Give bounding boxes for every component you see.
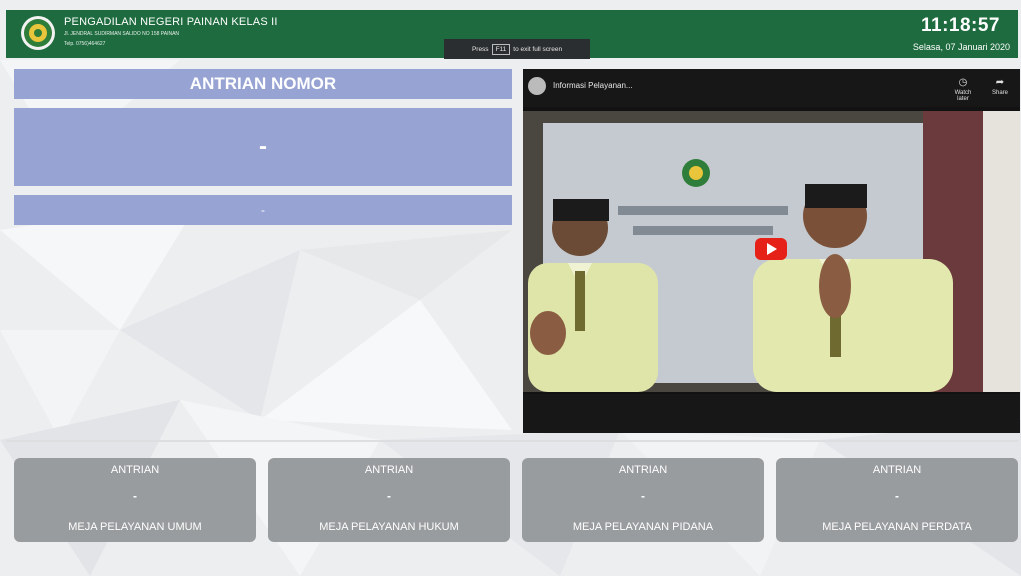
clock-icon: ◷ xyxy=(958,77,968,88)
counter-name: MEJA PELAYANAN PERDATA xyxy=(822,521,972,533)
antrian-title: ANTRIAN NOMOR xyxy=(14,69,512,99)
fullscreen-rest-text: to exit full screen xyxy=(513,45,563,53)
counter-number: - xyxy=(387,489,391,503)
divider xyxy=(6,440,1018,442)
video-player[interactable]: Informasi Pelayanan... ◷ Watch later ➦ S… xyxy=(523,69,1020,433)
counter-name: MEJA PELAYANAN UMUM xyxy=(68,521,202,533)
fullscreen-press-text: Press xyxy=(471,45,489,53)
youtube-play-icon xyxy=(755,238,787,260)
share-icon: ➦ xyxy=(995,77,1005,88)
counter-label: ANTRIAN xyxy=(618,464,668,476)
clock: 11:18:57 xyxy=(920,15,1000,36)
org-name: PENGADILAN NEGERI PAINAN KELAS II xyxy=(64,16,278,28)
counter-label: ANTRIAN xyxy=(872,464,922,476)
counter-pidana: ANTRIAN - MEJA PELAYANAN PIDANA xyxy=(522,458,764,542)
counter-perdata: ANTRIAN - MEJA PELAYANAN PERDATA xyxy=(776,458,1018,542)
counter-label: ANTRIAN xyxy=(364,464,414,476)
court-logo-icon xyxy=(21,16,55,50)
org-phone: Telp. 0756)464627 xyxy=(64,41,106,47)
fullscreen-notice: Press F11 to exit full screen xyxy=(444,39,590,59)
date: Selasa, 07 Januari 2020 xyxy=(912,42,1010,52)
org-address: Jl. JENDRAL SUDIRMAN SALIDO NO 158 PAINA… xyxy=(64,31,180,37)
counter-hukum: ANTRIAN - MEJA PELAYANAN HUKUM xyxy=(268,458,510,542)
counter-number: - xyxy=(641,489,645,503)
channel-avatar[interactable] xyxy=(528,77,546,95)
share-button[interactable]: ➦ Share xyxy=(985,77,1015,96)
video-frame[interactable] xyxy=(523,111,1020,392)
share-label: Share xyxy=(991,90,1008,96)
antrian-counter: - xyxy=(14,195,512,225)
counter-number: - xyxy=(895,489,899,503)
counter-name: MEJA PELAYANAN PIDANA xyxy=(572,521,714,533)
watch-later-label: Watch later xyxy=(954,90,972,102)
video-top-bar: Informasi Pelayanan... ◷ Watch later ➦ S… xyxy=(523,69,1020,107)
counter-label: ANTRIAN xyxy=(110,464,160,476)
video-bottom-bar xyxy=(523,394,1020,433)
counter-number: - xyxy=(133,489,137,503)
video-title[interactable]: Informasi Pelayanan... xyxy=(553,81,633,90)
watch-later-button[interactable]: ◷ Watch later xyxy=(948,77,978,102)
counter-umum: ANTRIAN - MEJA PELAYANAN UMUM xyxy=(14,458,256,542)
f11-key: F11 xyxy=(491,43,511,55)
counter-name: MEJA PELAYANAN HUKUM xyxy=(319,521,459,533)
antrian-number: - xyxy=(14,108,512,186)
